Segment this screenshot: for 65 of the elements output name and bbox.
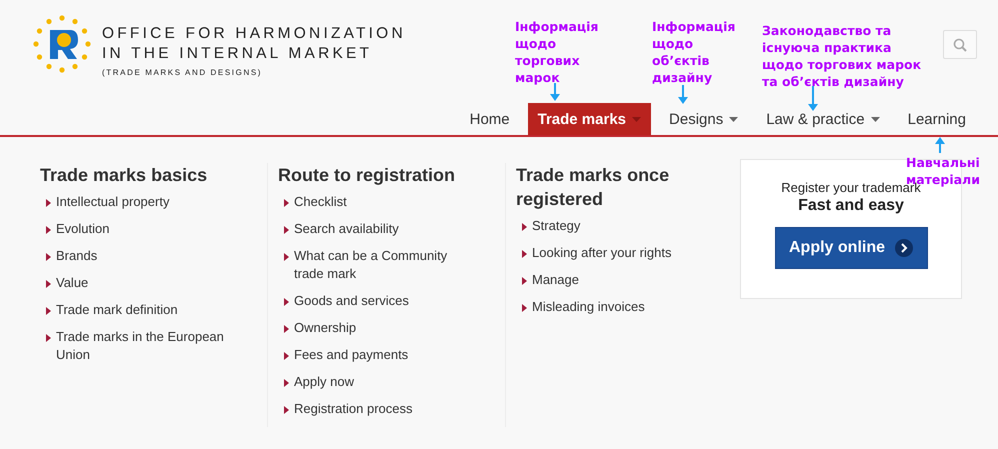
column-heading: Trade marks once registered	[516, 164, 670, 211]
menu-link[interactable]: Manage	[516, 271, 712, 289]
nav-tab[interactable]: Law & practice	[756, 103, 890, 135]
menu-link[interactable]: Goods and services	[278, 292, 474, 310]
menu-link[interactable]: Search availability	[278, 220, 474, 238]
annotation-text: існуюча практика	[762, 39, 892, 56]
chevron-icon	[46, 199, 51, 207]
menu-link[interactable]: Brands	[40, 247, 236, 265]
annotation-text: Інформація	[652, 18, 736, 35]
chevron-icon	[522, 223, 527, 231]
column-heading: Route to registration	[278, 164, 456, 187]
menu-link[interactable]: Fees and payments	[278, 346, 474, 364]
chevron-icon	[284, 325, 289, 333]
chevron-icon	[522, 277, 527, 285]
menu-link[interactable]: Value	[40, 274, 236, 292]
chevron-icon	[284, 352, 289, 360]
chevron-icon	[284, 253, 289, 261]
annotation-text: Інформація	[515, 18, 598, 35]
chevron-icon	[46, 280, 51, 288]
annotation-text: марок	[515, 69, 561, 86]
menu-link[interactable]: Evolution	[40, 220, 236, 238]
annotation-text: торгових	[515, 52, 581, 69]
chevron-icon	[46, 253, 51, 261]
annotation-text: щодо	[515, 35, 558, 52]
annotation-text: Навчальні	[906, 154, 980, 171]
chevron-icon	[284, 199, 289, 207]
chevron-icon	[46, 226, 51, 234]
annotation-text: щодо	[652, 35, 694, 52]
logo-subtitle: (TRADE MARKS AND DESIGNS)	[102, 68, 264, 77]
menu-link[interactable]: Misleading invoices	[516, 298, 712, 316]
menu-link[interactable]: Checklist	[278, 193, 474, 211]
nav-tab[interactable]: Home	[460, 103, 520, 135]
logo-text: IN THE INTERNAL MARKET	[102, 44, 374, 64]
annotation-text: та об’єктів дизайну	[762, 73, 905, 90]
annotation-text: об’єктів	[652, 52, 710, 69]
chevron-icon	[46, 334, 51, 342]
menu-link[interactable]: Apply now	[278, 373, 474, 391]
menu-link[interactable]: Trade marks in the European Union	[40, 328, 236, 364]
search-icon	[953, 38, 967, 52]
apply-online-button[interactable]: Apply online	[774, 227, 928, 269]
menu-link[interactable]: Intellectual property	[40, 193, 236, 211]
nav-tab[interactable]: Learning	[898, 103, 976, 135]
menu-link[interactable]: What can be a Community trade mark	[278, 247, 474, 283]
column-heading: Trade marks basics	[40, 164, 208, 187]
annotation-text: дизайну	[652, 69, 714, 86]
nav-tab[interactable]: Designs	[659, 103, 748, 135]
chevron-icon	[284, 406, 289, 414]
annotation-text: Законодавство та	[762, 22, 892, 39]
menu-link[interactable]: Ownership	[278, 319, 474, 337]
promo-title: Fast and easy	[798, 197, 904, 215]
nav-tab[interactable]: Trade marks	[528, 103, 652, 135]
annotation-text: щодо торгових марок	[762, 56, 922, 73]
chevron-icon	[522, 304, 527, 312]
menu-link[interactable]: Looking after your rights	[516, 244, 712, 262]
logo-text: OFFICE FOR HARMONIZATION	[102, 24, 406, 44]
chevron-icon	[284, 226, 289, 234]
chevron-icon	[46, 307, 51, 315]
menu-link[interactable]: Strategy	[516, 217, 712, 235]
chevron-circle-icon	[895, 239, 913, 257]
menu-link[interactable]: Trade mark definition	[40, 301, 236, 319]
search-button[interactable]	[943, 30, 977, 59]
chevron-icon	[522, 250, 527, 258]
menu-link[interactable]: Registration process	[278, 400, 474, 418]
chevron-icon	[284, 379, 289, 387]
chevron-icon	[284, 298, 289, 306]
